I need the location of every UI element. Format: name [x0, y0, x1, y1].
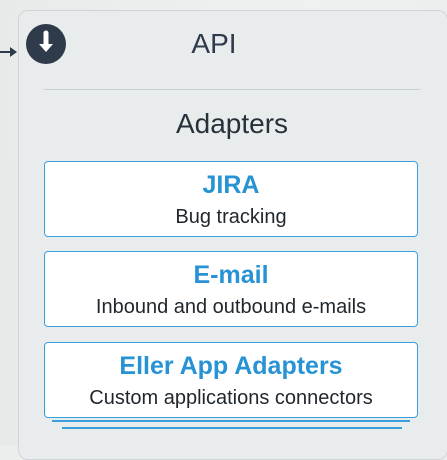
stacked-card-edge — [62, 427, 402, 429]
adapter-title: JIRA — [202, 171, 260, 199]
connector-arrow-icon — [10, 47, 17, 57]
adapter-card-jira[interactable]: JIRA Bug tracking — [44, 161, 418, 237]
section-title: Adapters — [175, 108, 289, 139]
adapter-title: E-mail — [193, 261, 269, 289]
adapter-subtitle: Custom applications connectors — [89, 387, 373, 409]
divider — [44, 89, 420, 90]
arrow-down-circle-icon[interactable] — [26, 24, 66, 64]
adapter-subtitle: Inbound and outbound e-mails — [95, 296, 367, 318]
adapter-card-eller-app[interactable]: Eller App Adapters Custom applications c… — [44, 342, 418, 418]
stacked-card-edge — [52, 420, 410, 422]
panel-header: API — [26, 22, 426, 64]
adapter-card-email[interactable]: E-mail Inbound and outbound e-mails — [44, 251, 418, 327]
adapter-title: Eller App Adapters — [119, 352, 343, 380]
panel-title: API — [191, 28, 237, 59]
adapter-subtitle: Bug tracking — [175, 206, 287, 228]
